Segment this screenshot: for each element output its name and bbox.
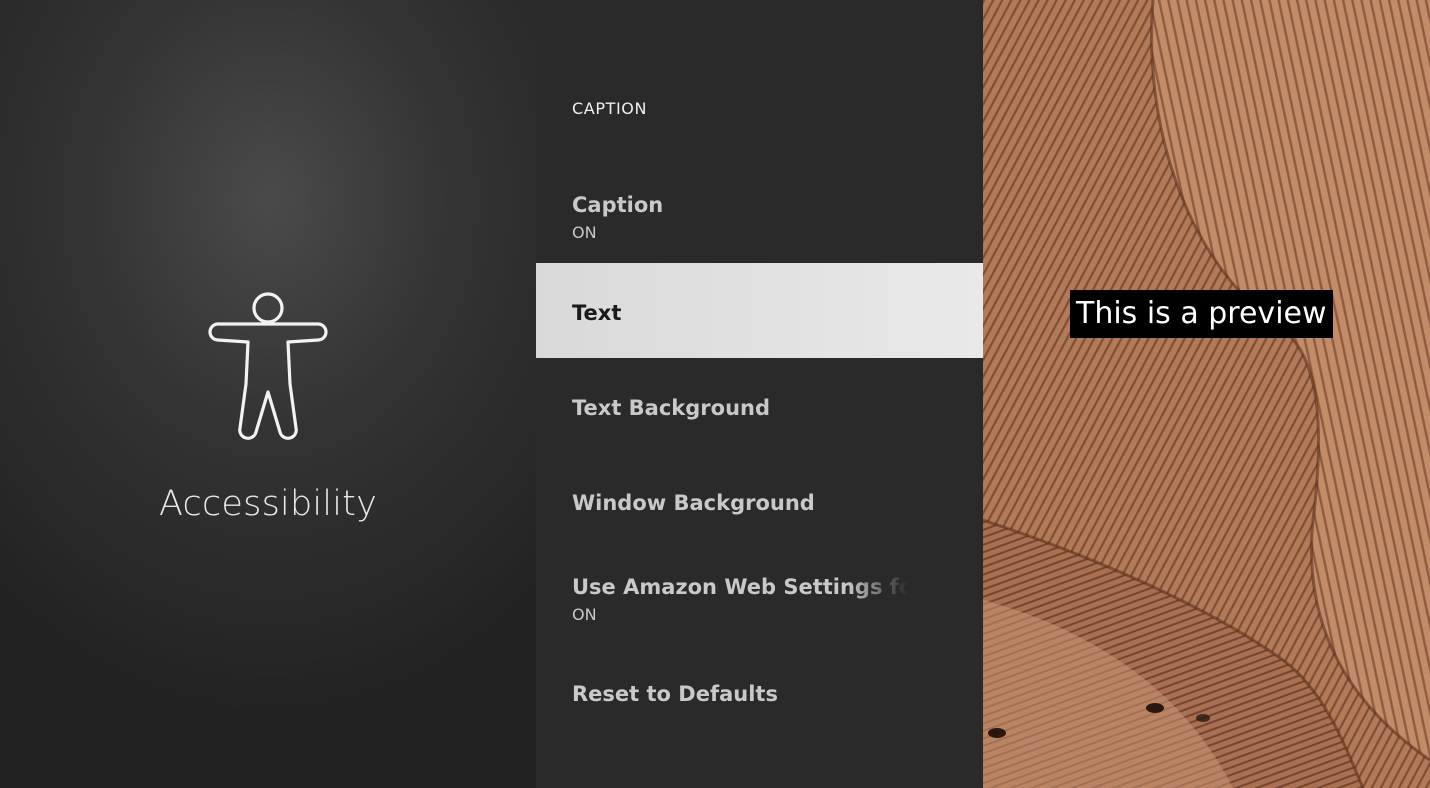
- menu-item-value: ON: [572, 605, 597, 624]
- preview-background-image: [983, 0, 1430, 788]
- category-title: Accessibility: [159, 484, 377, 524]
- menu-item-label: Reset to Defaults: [572, 682, 778, 706]
- menu-item-text-background[interactable]: Text Background: [536, 396, 983, 446]
- menu-item-caption[interactable]: Caption ON: [536, 193, 983, 263]
- category-panel: Accessibility: [0, 0, 536, 788]
- menu-item-window-background[interactable]: Window Background: [536, 491, 983, 541]
- menu-item-label: Text Background: [572, 396, 771, 420]
- menu-item-label: Text: [572, 301, 622, 325]
- menu-item-label: Use Amazon Web Settings for Live: [572, 575, 908, 599]
- caption-preview-text: This is a preview: [1070, 290, 1333, 338]
- menu-item-label: Caption: [572, 193, 664, 217]
- accessibility-caption-settings-screen: Accessibility CAPTION Caption ON Text Te…: [0, 0, 1430, 788]
- menu-item-value: ON: [572, 223, 597, 242]
- caption-preview-panel: This is a preview: [983, 0, 1430, 788]
- menu-header: CAPTION: [572, 99, 648, 118]
- accessibility-person-icon: [208, 292, 328, 440]
- menu-item-amazon-web-settings[interactable]: Use Amazon Web Settings for Live ON: [536, 575, 983, 645]
- settings-menu: CAPTION Caption ON Text Text Background …: [536, 0, 983, 788]
- menu-item-text[interactable]: Text: [536, 263, 983, 358]
- menu-item-label: Window Background: [572, 491, 815, 515]
- menu-item-reset-defaults[interactable]: Reset to Defaults: [536, 682, 983, 732]
